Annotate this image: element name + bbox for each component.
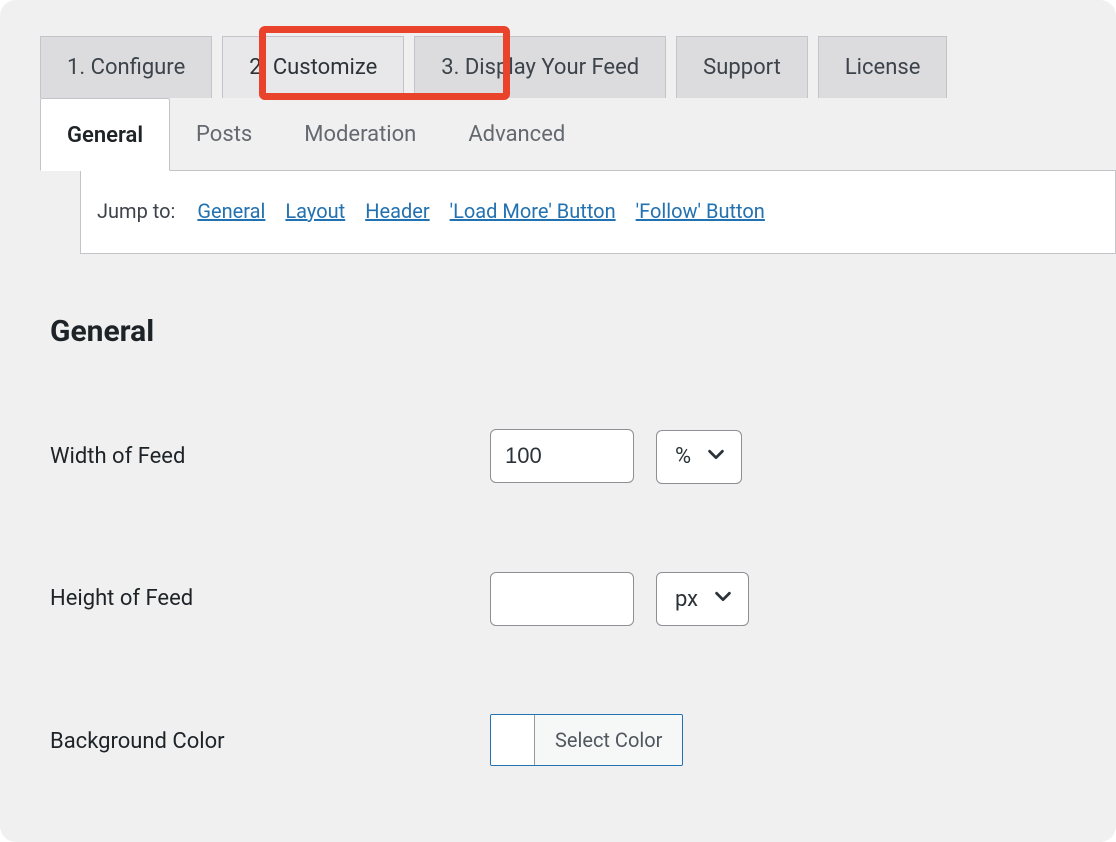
subtab-posts[interactable]: Posts <box>170 98 278 170</box>
row-bgcolor: Background Color Select Color <box>50 670 1096 813</box>
row-height: Height of Feed px <box>50 528 1096 671</box>
jump-to-row: Jump to: General Layout Header 'Load Mor… <box>97 199 1099 223</box>
jump-link-header[interactable]: Header <box>365 199 429 223</box>
input-width[interactable] <box>490 429 634 483</box>
content-card: Jump to: General Layout Header 'Load Mor… <box>80 170 1116 254</box>
subtab-moderation[interactable]: Moderation <box>278 98 442 170</box>
jump-link-loadmore[interactable]: 'Load More' Button <box>450 199 616 223</box>
jump-link-general[interactable]: General <box>197 199 265 223</box>
sub-tabs: General Posts Moderation Advanced <box>40 98 1116 170</box>
general-settings-table: Width of Feed % Height of Feed px <box>50 385 1096 813</box>
tab-support[interactable]: Support <box>676 36 808 98</box>
jump-link-layout[interactable]: Layout <box>285 199 345 223</box>
jump-link-follow[interactable]: 'Follow' Button <box>636 199 765 223</box>
select-height-unit[interactable]: px <box>656 572 749 626</box>
label-bgcolor: Background Color <box>50 670 490 813</box>
top-tabs: 1. Configure 2. Customize 3. Display You… <box>0 36 1116 98</box>
chevron-down-icon <box>705 443 727 471</box>
settings-panel: 1. Configure 2. Customize 3. Display You… <box>0 0 1116 842</box>
row-width: Width of Feed % <box>50 385 1096 528</box>
select-width-unit[interactable]: % <box>656 430 742 484</box>
chevron-down-icon <box>712 585 734 613</box>
select-height-unit-value: px <box>675 587 698 612</box>
tab-configure[interactable]: 1. Configure <box>40 36 212 98</box>
tab-license[interactable]: License <box>818 36 948 98</box>
tab-customize[interactable]: 2. Customize <box>222 36 404 98</box>
select-width-unit-value: % <box>675 444 691 469</box>
color-picker-button[interactable]: Select Color <box>490 714 683 766</box>
subtab-general[interactable]: General <box>40 98 170 171</box>
input-height[interactable] <box>490 572 634 626</box>
label-height: Height of Feed <box>50 528 490 671</box>
label-width: Width of Feed <box>50 385 490 528</box>
tab-display-feed[interactable]: 3. Display Your Feed <box>414 36 666 98</box>
color-picker-label: Select Color <box>535 715 682 765</box>
subtab-advanced[interactable]: Advanced <box>442 98 591 170</box>
section-title: General <box>50 314 1116 349</box>
color-swatch <box>491 715 535 765</box>
jump-to-label: Jump to: <box>97 199 175 223</box>
